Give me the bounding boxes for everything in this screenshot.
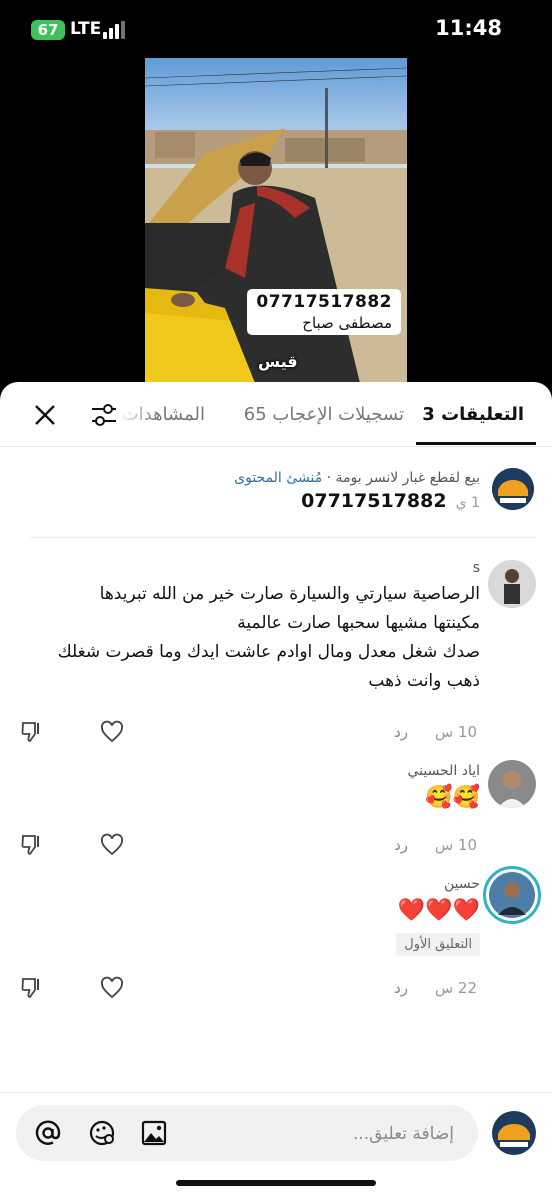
creator-comment: بيع لقطع غبار لانسر بومة · مُنشئ المحتوى… <box>234 470 480 512</box>
network-type: LTE <box>70 19 102 39</box>
comment-text-line: مكينتها مشيها سحبها صارت عالمية <box>237 613 480 633</box>
comment-time: 10 س <box>434 836 477 854</box>
comment-text-line: صدك شغل معدل ومال اوادم عاشت ايدك وما قص… <box>57 642 480 662</box>
comment-time: 22 س <box>434 979 477 997</box>
heart-icon[interactable] <box>100 833 124 857</box>
commenter-avatar[interactable] <box>488 560 536 608</box>
separator-dot: · <box>326 470 332 486</box>
comment-input-container <box>16 1105 478 1163</box>
comment-meta: 10 س رد <box>394 836 477 854</box>
reply-button[interactable]: رد <box>394 979 408 997</box>
dislike-icon[interactable] <box>20 976 44 1000</box>
clock: 11:48 <box>435 16 502 40</box>
comment-username[interactable]: s <box>10 560 480 576</box>
comment-item: اياد الحسيني 🥰🥰 <box>407 763 480 812</box>
reply-button[interactable]: رد <box>394 723 408 741</box>
tab-fade <box>118 397 158 437</box>
my-avatar <box>492 1111 536 1155</box>
creator-username[interactable]: بيع لقطع غبار لانسر بومة <box>336 470 480 486</box>
image-icon[interactable] <box>140 1119 168 1147</box>
status-bar: 67 LTE 11:48 <box>0 0 552 60</box>
commenter-avatar[interactable] <box>488 760 536 808</box>
tab-likes[interactable]: تسجيلات الإعجاب 65 <box>244 404 404 425</box>
creator-comment-time: 1 ي <box>455 495 480 511</box>
comment-item: s الرصاصية سيارتي والسيارة صارت خير من ا… <box>10 560 480 696</box>
home-indicator <box>176 1180 376 1186</box>
comment-text: 🥰🥰 <box>425 785 480 810</box>
story-avatar[interactable] <box>483 866 541 924</box>
comment-username[interactable]: حسين <box>396 876 480 892</box>
comment-text-line: الرصاصية سيارتي والسيارة صارت خير من الل… <box>99 584 480 604</box>
video-player[interactable]: 07717517882 مصطفى صباح قيس <box>145 58 407 383</box>
comment-username[interactable]: اياد الحسيني <box>407 763 480 779</box>
filter-icon[interactable] <box>90 402 118 428</box>
creator-badge: مُنشئ المحتوى <box>234 470 323 486</box>
comment-input[interactable] <box>192 1105 456 1163</box>
video-caption: 07717517882 مصطفى صباح <box>247 289 401 335</box>
comment-item: حسين ❤️❤️❤️ التعليق الأول <box>396 876 480 956</box>
comment-text-line: ذهب وانت ذهب <box>368 671 480 691</box>
active-tab-indicator <box>416 442 536 445</box>
first-comment-badge: التعليق الأول <box>396 933 480 956</box>
caption-phone: 07717517882 <box>256 292 392 312</box>
comment-time: 10 س <box>434 723 477 741</box>
battery-indicator: 67 <box>31 20 65 40</box>
battery-level: 67 <box>37 21 59 39</box>
tab-comments[interactable]: التعليقات 3 <box>422 404 524 425</box>
heart-icon[interactable] <box>100 976 124 1000</box>
comment-meta: 10 س رد <box>394 723 477 741</box>
divider <box>30 537 536 538</box>
dislike-icon[interactable] <box>20 833 44 857</box>
emoji-icon[interactable] <box>88 1119 116 1147</box>
creator-avatar[interactable] <box>492 468 534 510</box>
caption-name: مصطفى صباح <box>302 314 392 332</box>
heart-icon[interactable] <box>100 720 124 744</box>
comment-text: ❤️❤️❤️ <box>397 898 480 923</box>
dislike-icon[interactable] <box>20 720 44 744</box>
close-icon[interactable] <box>32 402 58 428</box>
mention-icon[interactable] <box>34 1119 62 1147</box>
video-overlay-text: قيس <box>258 352 298 371</box>
reply-button[interactable]: رد <box>394 836 408 854</box>
comment-input-bar <box>0 1092 552 1196</box>
comment-meta: 22 س رد <box>394 979 477 997</box>
comments-sheet: التعليقات 3 تسجيلات الإعجاب 65 المشاهدات… <box>0 382 552 1195</box>
sheet-tabs: التعليقات 3 تسجيلات الإعجاب 65 المشاهدات <box>0 382 552 447</box>
signal-icon <box>103 21 129 39</box>
creator-comment-text: 07717517882 <box>301 490 447 512</box>
